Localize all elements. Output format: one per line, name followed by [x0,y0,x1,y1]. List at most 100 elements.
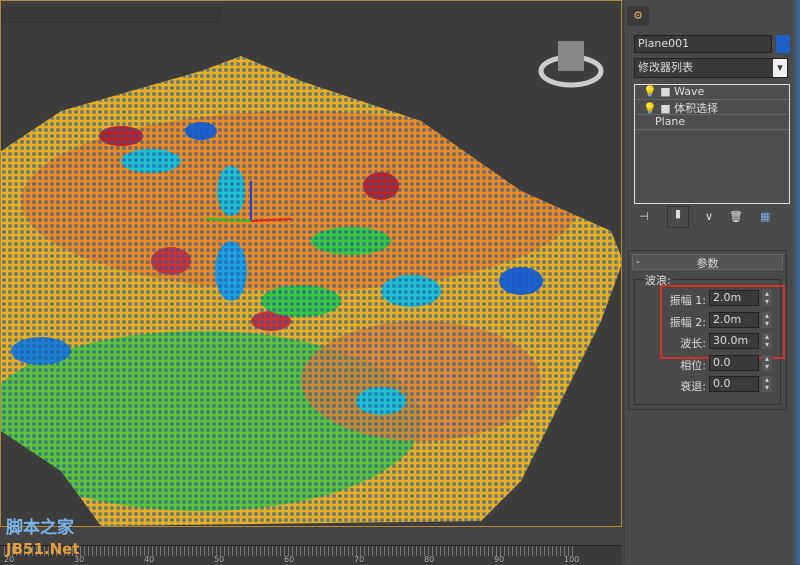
timeline-tick [472,546,473,556]
param-label: 振幅 2: [669,315,706,329]
modifier-list-dropdown[interactable]: 修改器列表 ▾ [634,58,788,78]
chevron-down-icon[interactable]: ▾ [773,59,787,77]
timeline-tick [520,546,521,556]
timeline-tick [340,546,341,556]
timeline-tick [196,546,197,556]
param-input[interactable]: 0.0 [709,354,759,371]
timeline-tick [408,546,409,556]
param-input[interactable]: 0.0 [709,376,759,392]
timeline-tick [400,546,401,556]
make-unique-icon[interactable]: ∨ [705,210,713,223]
stack-item-plane[interactable]: Plane [635,115,789,130]
timeline-tick [476,546,477,556]
viewcube-icon [538,41,604,88]
timeline-tick [248,546,249,556]
timeline-label: 70 [354,555,365,564]
timeline-tick [268,546,269,556]
timeline-tick [156,546,157,556]
timeline-tick [524,546,525,556]
timeline-tick [556,546,557,556]
timeline-label: 90 [494,555,505,564]
timeline-tick [104,546,105,556]
timeline-tick [296,546,297,556]
timeline-tick [124,546,125,556]
pin-stack-icon[interactable]: ⊣ [639,210,649,223]
timeline-tick [548,546,549,556]
timeline-label: 60 [284,555,295,564]
timeline-tick [332,546,333,556]
spinner-icon[interactable]: ▴ ▾ [762,376,772,392]
timeline-tick [140,546,141,556]
timeline-tick [336,546,337,556]
stack-item-label: Wave [674,85,705,98]
timeline-tick [516,546,517,556]
timeline-tick [240,546,241,556]
timeline-tick [416,546,417,556]
stack-item-wave[interactable]: 💡 ■ Wave [635,85,789,100]
timeline-tick [488,546,489,556]
spinner-icon[interactable]: ▴ ▾ [762,333,772,349]
timeline-tick [468,546,469,556]
timeline-tick [460,546,461,556]
param-input[interactable]: 2.0m [709,290,759,306]
timeline-tick [512,546,513,556]
spinner-icon[interactable]: ▴ ▾ [762,354,772,371]
timeline-tick [236,546,237,556]
watermark-line1: 脚本之家 [6,518,74,538]
show-end-result-icon[interactable]: ▮ [667,206,689,228]
timeline-tick [300,546,301,556]
modify-tab-icon[interactable]: ⚙ [627,6,649,26]
panel-edge [792,0,800,564]
param-input[interactable]: 30.0m [709,333,759,349]
timeline-tick [412,546,413,556]
timeline-tick [276,546,277,556]
timeline-label: 40 [144,555,155,564]
remove-modifier-icon[interactable]: 🗑 [729,210,743,223]
configure-sets-icon[interactable]: ▦ [760,210,770,223]
object-color-swatch[interactable] [776,35,790,53]
rollout-header[interactable]: - 参数 [632,254,783,270]
timeline-ruler[interactable]: 20 30 40 50 60 70 80 90 100 [0,545,622,565]
param-input[interactable]: 2.0m [709,311,759,328]
timeline-tick [344,546,345,556]
timeline-tick [308,546,309,556]
timeline-tick [464,546,465,556]
stack-item-volselect[interactable]: 💡 ■ 体积选择 [635,100,789,115]
viewport-3d[interactable] [0,0,622,527]
timeline-tick [484,546,485,556]
timeline-tick [452,546,453,556]
timeline-tick [128,546,129,556]
timeline-tick [352,546,353,556]
timeline-tick [132,546,133,556]
timeline-tick [348,546,349,556]
timeline-tick [192,546,193,556]
timeline-label: 100 [564,555,580,564]
timeline-tick [444,546,445,556]
timeline-tick [552,546,553,556]
timeline-tick [532,546,533,556]
watermark-line2: JB51.Net [6,540,80,558]
spinner-icon[interactable]: ▴ ▾ [762,290,772,306]
spinner-icon[interactable]: ▴ ▾ [762,311,772,328]
timeline-tick [436,546,437,556]
timeline-tick [280,546,281,556]
timeline-tick [324,546,325,556]
timeline-tick [212,546,213,556]
timeline-tick [508,546,509,556]
timeline-tick [244,546,245,556]
timeline-tick [456,546,457,556]
param-label: 振幅 1: [669,294,706,307]
timeline-tick [404,546,405,556]
timeline-tick [188,546,189,556]
object-name-input[interactable]: Plane001 [634,35,772,53]
timeline-tick [200,546,201,556]
timeline-tick [440,546,441,556]
timeline-tick [116,546,117,556]
timeline-tick [164,546,165,556]
timeline-tick [320,546,321,556]
timeline-tick [272,546,273,556]
timeline-tick [544,546,545,556]
timeline-tick [560,546,561,556]
timeline-label: 80 [424,555,435,564]
timeline-tick [100,546,101,556]
